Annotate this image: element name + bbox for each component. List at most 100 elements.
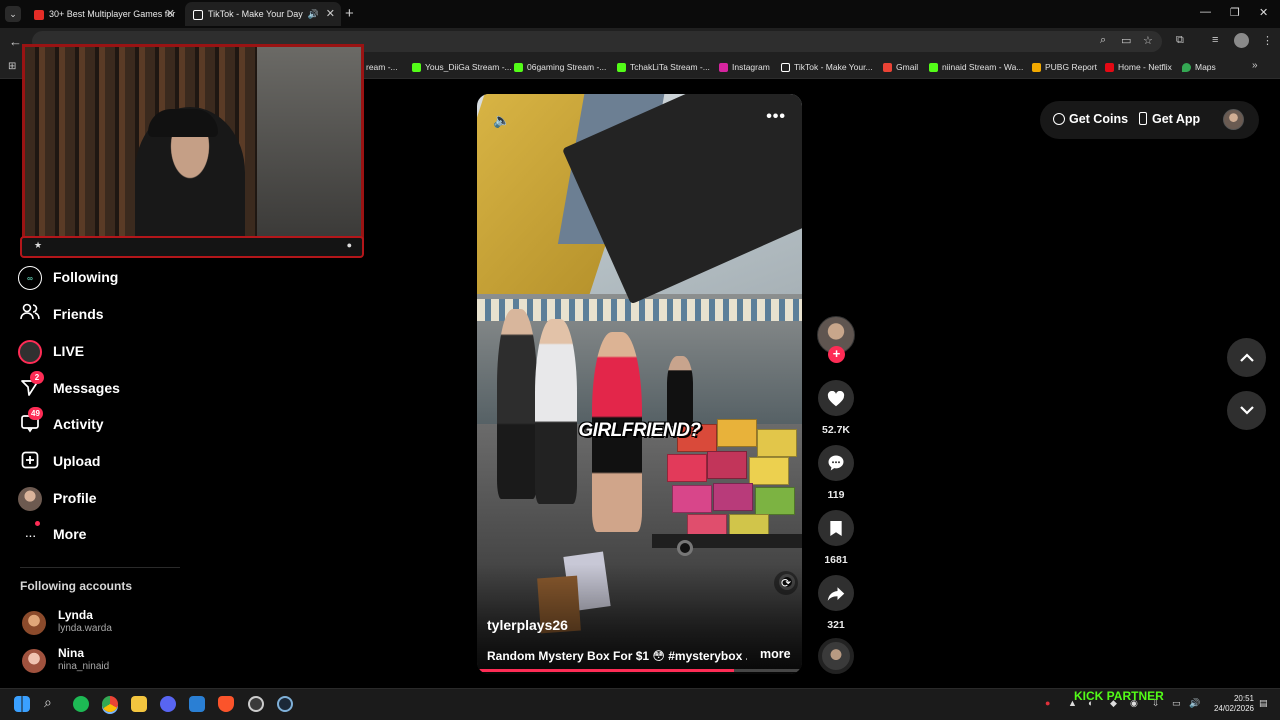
bookmark-icon [830,520,842,537]
chrome-icon[interactable] [102,696,118,712]
video-author[interactable]: tylerplays26 [487,617,568,633]
bookmark[interactable]: TikTok - Make Your... [781,55,873,79]
nav-activity[interactable]: 49 Activity [18,407,218,439]
nav-label: Profile [53,490,97,506]
gmail-favicon-icon [883,63,892,73]
account-handle: lynda.warda [58,623,112,634]
tiktok-favicon-icon [781,63,790,73]
media-control-icon[interactable]: ≡ [1212,34,1218,46]
browser-profile-avatar[interactable] [1234,33,1249,48]
nav-more[interactable]: ··· More [18,521,218,549]
bookmark[interactable]: niinaid Stream - Wa... [929,55,1023,79]
user-avatar[interactable] [1223,109,1244,130]
get-app-button[interactable]: Get App [1139,112,1200,126]
tab-audio-icon[interactable]: 🔊 [308,2,319,26]
notification-icon[interactable]: ▤ [1259,698,1268,709]
windows-start-icon[interactable] [14,696,30,712]
nav-live[interactable]: LIVE [18,340,218,366]
bookmark[interactable]: ream -... [366,55,398,79]
volume-icon[interactable]: 🔈 [493,112,510,129]
browser-tab[interactable]: 30+ Best Multiplayer Games for ✕ [26,2,181,26]
bookmark[interactable]: Yous_DiiGa Stream -... [412,55,512,79]
webcam-frame-bar: ★ ● [20,236,364,258]
cast-icon[interactable]: ▭ [1121,34,1131,47]
bookmark[interactable]: Instagram [719,55,770,79]
account-avatar [22,649,46,673]
nav-messages[interactable]: 2 Messages [18,371,218,403]
nav-label: Friends [53,306,104,322]
discord-icon[interactable] [160,696,176,712]
maximize-icon[interactable]: ❐ [1230,6,1240,19]
bookmark-star-icon[interactable]: ☆ [1143,34,1153,47]
scroll-down-button[interactable] [1227,391,1266,430]
volume-tray-icon[interactable]: 🔊 [1189,698,1200,709]
upload-icon [18,450,42,474]
more-notification-dot [35,521,40,526]
bookmark[interactable]: TchakLiTa Stream -... [617,55,710,79]
following-account[interactable]: Lynda lynda.warda [22,608,222,638]
nav-following[interactable]: ∞ Following [18,266,218,292]
bookmark[interactable]: 06gaming Stream -... [514,55,606,79]
messages-badge: 2 [30,371,44,384]
nav-label: More [53,526,87,542]
search-icon[interactable]: ⌕ [44,694,52,711]
nav-label: LIVE [53,343,85,359]
video-progress-bar[interactable] [477,669,802,672]
clock-time: 20:51 [1233,694,1254,703]
more-button[interactable]: more [760,647,791,661]
clock[interactable]: 20:51 24/02/2026 [1208,694,1254,714]
rotate-icon[interactable]: ⟳ [774,571,798,595]
music-disc[interactable] [818,638,854,674]
more-bookmarks-icon[interactable]: » [1252,60,1258,71]
extensions-icon[interactable]: ⧉ [1176,34,1184,47]
new-tab-icon[interactable]: + [345,5,354,22]
chevron-up-icon [1239,353,1254,362]
nav-label: Activity [53,416,104,432]
nav-friends[interactable]: Friends [18,303,218,329]
comment-button[interactable] [818,445,854,481]
bookmark[interactable]: Home - Netflix [1105,55,1172,79]
nav-label: Following [53,269,119,285]
share-button[interactable] [818,575,854,611]
following-accounts-title: Following accounts [20,579,133,593]
bookmark[interactable]: PUBG Report [1032,55,1097,79]
close-tab-icon[interactable]: ✕ [166,2,175,26]
mic-icon[interactable]: ● [1045,698,1050,708]
minimize-icon[interactable]: — [1200,6,1211,18]
spotify-icon[interactable] [73,696,89,712]
get-coins-button[interactable]: Get Coins [1053,112,1128,126]
like-button[interactable] [818,380,854,416]
tab-search-icon[interactable]: ⌄ [5,6,21,22]
scroll-up-button[interactable] [1227,338,1266,377]
friends-icon [18,303,42,327]
nav-upload[interactable]: Upload [18,450,218,476]
follow-plus-icon[interactable]: + [828,346,845,363]
obs-icon[interactable] [248,696,264,712]
nav-label: Messages [53,380,120,396]
nav-label: Upload [53,453,101,469]
netflix-favicon-icon [1105,63,1114,73]
bookmark[interactable]: Maps [1182,55,1216,79]
browser-tab-active[interactable]: TikTok - Make Your Day 🔊 ✕ [185,2,341,26]
bookmark[interactable]: Gmail [883,55,918,79]
video-player[interactable]: GIRLFRIEND? 🔈 ••• ⟳ tylerplays26 Random … [477,94,802,674]
brave-icon[interactable] [218,696,234,712]
tiktok-favicon-icon [193,9,203,20]
video-options-icon[interactable]: ••• [766,108,786,126]
account-avatar [22,611,46,635]
more-icon: ··· [24,527,37,543]
nav-profile[interactable]: Profile [18,487,218,513]
file-explorer-icon[interactable] [131,696,147,712]
save-button[interactable] [818,510,854,546]
zoom-icon[interactable]: ⌕ [1100,34,1106,47]
steam-icon[interactable] [277,696,293,712]
network-icon[interactable]: ▭ [1172,698,1181,709]
video-description: Random Mystery Box For $1 😳 #mysterybox … [487,649,747,663]
account-name: Lynda [58,608,93,622]
close-tab-icon[interactable]: ✕ [326,2,335,26]
photos-icon[interactable] [189,696,205,712]
account-name: Nina [58,646,85,660]
following-account[interactable]: Nina nina_ninaid [22,646,222,676]
close-window-icon[interactable]: ✕ [1259,6,1268,19]
browser-menu-icon[interactable]: ⋮ [1262,34,1273,47]
